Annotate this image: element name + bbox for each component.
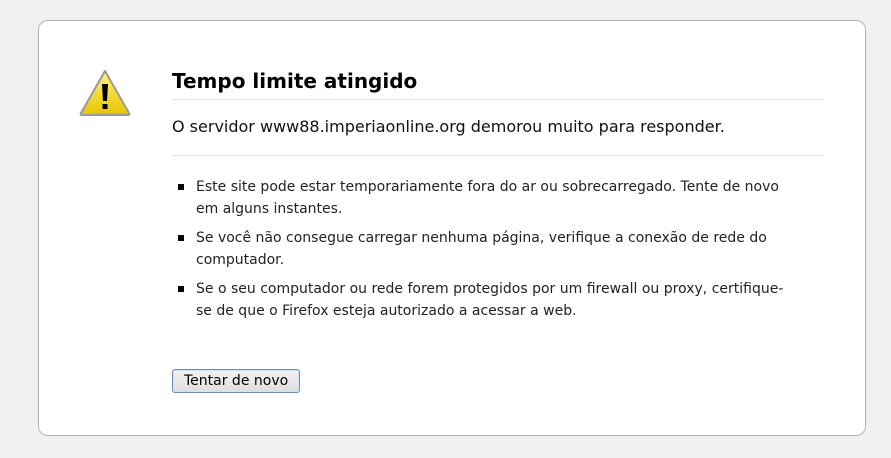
suggestion-list: Este site pode estar temporariamente for…	[172, 156, 824, 322]
error-panel: Tempo limite atingido O servidor www88.i…	[38, 20, 866, 436]
warning-icon	[79, 70, 131, 116]
list-item: Este site pode estar temporariamente for…	[172, 176, 796, 220]
list-item-text: Se você não consegue carregar nenhuma pá…	[196, 230, 767, 268]
retry-button[interactable]: Tentar de novo	[172, 369, 301, 393]
list-item: Se você não consegue carregar nenhuma pá…	[172, 227, 796, 271]
bullet-icon	[178, 235, 184, 241]
bullet-icon	[178, 286, 184, 292]
error-title: Tempo limite atingido	[172, 69, 824, 100]
list-item-text: Este site pode estar temporariamente for…	[196, 179, 779, 217]
error-subtitle: O servidor www88.imperiaonline.org demor…	[172, 100, 824, 156]
list-item: Se o seu computador ou rede forem proteg…	[172, 278, 796, 322]
bullet-icon	[178, 184, 184, 190]
error-content: Tempo limite atingido O servidor www88.i…	[172, 69, 824, 329]
list-item-text: Se o seu computador ou rede forem proteg…	[196, 281, 784, 319]
